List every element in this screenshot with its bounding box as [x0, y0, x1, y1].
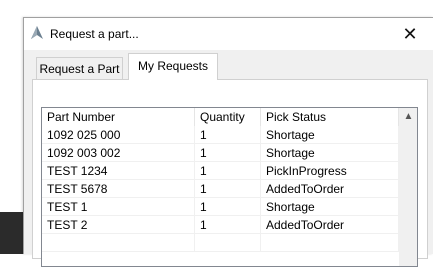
cell-part-number: TEST 5678 — [42, 180, 195, 198]
grid-header: Part Number Quantity Pick Status — [42, 108, 399, 126]
app-logo-icon — [31, 26, 43, 39]
column-header-pick-status[interactable]: Pick Status — [261, 108, 399, 126]
table-row[interactable]: 1092 003 002 1 Shortage — [42, 144, 399, 162]
table-row[interactable]: TEST 1234 1 PickInProgress — [42, 162, 399, 180]
dialog-client-area: Request a Part My Requests Part Number Q… — [24, 50, 433, 267]
table-row[interactable]: TEST 2 1 AddedToOrder — [42, 216, 399, 234]
table-row[interactable]: TEST 1 1 Shortage — [42, 198, 399, 216]
cell-quantity: 1 — [195, 198, 261, 216]
my-requests-panel: Part Number Quantity Pick Status 1092 02… — [32, 79, 428, 267]
cell-part-number: 1092 003 002 — [42, 144, 195, 162]
empty-cell — [42, 234, 195, 252]
close-icon: ✕ — [402, 24, 418, 44]
table-row[interactable]: 1092 025 000 1 Shortage — [42, 126, 399, 144]
tab-my-requests[interactable]: My Requests — [128, 53, 218, 80]
column-header-quantity[interactable]: Quantity — [195, 108, 261, 126]
grid-body: 1092 025 000 1 Shortage 1092 003 002 1 S… — [42, 126, 399, 252]
cell-quantity: 1 — [195, 162, 261, 180]
cell-quantity: 1 — [195, 126, 261, 144]
cell-part-number: TEST 2 — [42, 216, 195, 234]
cell-pick-status: PickInProgress — [261, 162, 399, 180]
cell-part-number: TEST 1 — [42, 198, 195, 216]
cell-quantity: 1 — [195, 216, 261, 234]
cell-pick-status: Shortage — [261, 144, 399, 162]
chevron-up-icon: ▲ — [403, 111, 414, 122]
cell-quantity: 1 — [195, 180, 261, 198]
scroll-up-button[interactable]: ▲ — [400, 108, 417, 125]
cell-pick-status: AddedToOrder — [261, 216, 399, 234]
cell-pick-status: Shortage — [261, 198, 399, 216]
tab-request-a-part[interactable]: Request a Part — [36, 57, 123, 79]
empty-cell — [261, 234, 399, 252]
cell-quantity: 1 — [195, 144, 261, 162]
request-part-dialog: Request a part... ✕ Request a Part My Re… — [23, 17, 433, 267]
cell-part-number: TEST 1234 — [42, 162, 195, 180]
table-row[interactable]: TEST 5678 1 AddedToOrder — [42, 180, 399, 198]
vertical-scrollbar[interactable]: ▲ — [399, 108, 417, 266]
requests-grid[interactable]: Part Number Quantity Pick Status 1092 02… — [41, 107, 418, 267]
cell-part-number: 1092 025 000 — [42, 126, 195, 144]
empty-row — [42, 234, 399, 252]
cell-pick-status: AddedToOrder — [261, 180, 399, 198]
column-header-part-number[interactable]: Part Number — [42, 108, 195, 126]
close-button[interactable]: ✕ — [399, 23, 421, 45]
empty-cell — [195, 234, 261, 252]
cell-pick-status: Shortage — [261, 126, 399, 144]
title-bar[interactable]: Request a part... ✕ — [24, 18, 433, 50]
window-title: Request a part... — [50, 27, 139, 41]
